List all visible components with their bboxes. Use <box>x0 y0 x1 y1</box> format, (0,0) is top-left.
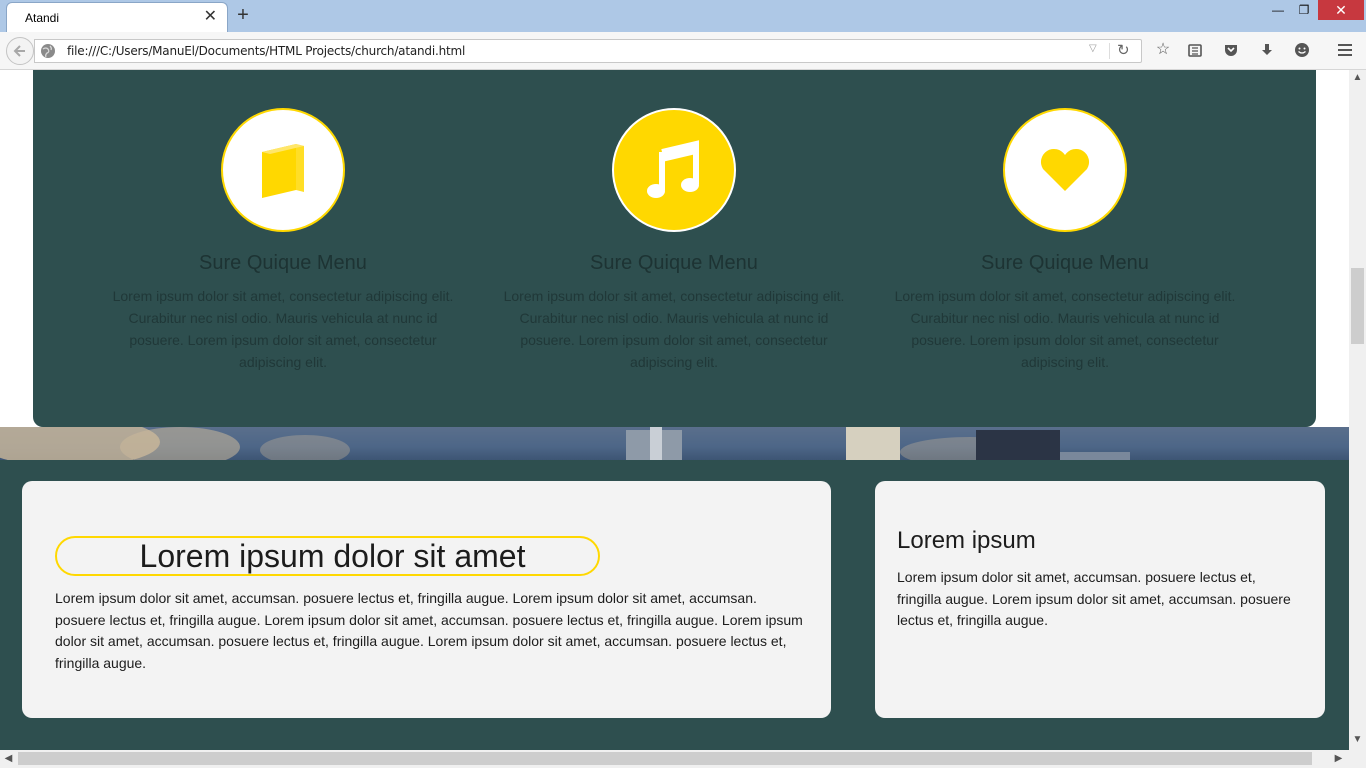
page-viewport: Sure Quique Menu Lorem ipsum dolor sit a… <box>0 70 1349 750</box>
scroll-left-arrow-icon[interactable]: ◀ <box>0 753 17 764</box>
url-separator <box>1109 43 1110 59</box>
url-text[interactable]: file:///C:/Users/ManuEl/Documents/HTML P… <box>67 44 465 58</box>
window-restore-button[interactable]: ❐ <box>1290 0 1318 20</box>
globe-icon <box>41 44 55 58</box>
feature-icon-circle <box>221 108 345 232</box>
scroll-down-arrow-icon[interactable]: ▼ <box>1349 734 1366 745</box>
download-icon[interactable] <box>1257 39 1277 61</box>
window-close-button[interactable]: ✕ <box>1318 0 1364 20</box>
main-card-heading: Lorem ipsum dolor sit amet <box>139 538 526 574</box>
reload-icon[interactable]: ↻ <box>1117 41 1130 59</box>
scroll-right-arrow-icon[interactable]: ▶ <box>1330 753 1347 764</box>
main-card: Lorem ipsum dolor sit amet Lorem ipsum d… <box>22 481 831 718</box>
title-bar: Atandi ✕ + — ❐ ✕ <box>0 0 1366 32</box>
scrollbar-corner <box>1349 750 1366 768</box>
music-icon <box>647 140 699 198</box>
hello-icon[interactable] <box>1292 39 1312 61</box>
heart-icon <box>1040 148 1090 191</box>
feature-title: Sure Quique Menu <box>981 252 1149 274</box>
back-arrow-icon <box>13 45 25 57</box>
book-icon <box>262 144 304 198</box>
feature-item: Sure Quique Menu Lorem ipsum dolor sit a… <box>494 108 854 373</box>
horizontal-scrollbar[interactable]: ◀ ▶ <box>0 750 1349 768</box>
tab-title: Atandi <box>25 11 60 25</box>
main-card-body: Lorem ipsum dolor sit amet, accumsan. po… <box>55 590 803 671</box>
bookmark-star-icon[interactable]: ☆ <box>1153 39 1173 61</box>
feature-title: Sure Quique Menu <box>199 252 367 274</box>
tab-close-icon[interactable]: ✕ <box>204 8 217 26</box>
features-panel: Sure Quique Menu Lorem ipsum dolor sit a… <box>33 70 1316 427</box>
feature-item: Sure Quique Menu Lorem ipsum dolor sit a… <box>103 108 463 373</box>
bookmarks-list-icon[interactable] <box>1185 39 1205 61</box>
vertical-scroll-thumb[interactable] <box>1351 268 1364 344</box>
window-minimize-button[interactable]: — <box>1264 0 1292 20</box>
vertical-scrollbar[interactable]: ▲ ▼ <box>1349 70 1366 750</box>
feature-icon-circle <box>612 108 736 232</box>
url-bar[interactable]: file:///C:/Users/ManuEl/Documents/HTML P… <box>34 39 1142 63</box>
feature-text: Lorem ipsum dolor sit amet, consectetur … <box>894 288 1236 370</box>
pocket-icon[interactable] <box>1221 39 1241 61</box>
side-card-heading: Lorem ipsum <box>897 527 1036 554</box>
scroll-up-arrow-icon[interactable]: ▲ <box>1349 72 1366 83</box>
browser-tab[interactable]: Atandi ✕ <box>6 2 228 32</box>
side-card-body: Lorem ipsum dolor sit amet, accumsan. po… <box>897 569 1291 629</box>
back-button[interactable] <box>6 37 34 65</box>
content-section: Lorem ipsum dolor sit amet Lorem ipsum d… <box>0 460 1349 750</box>
feature-icon-circle <box>1003 108 1127 232</box>
url-history-dropdown-icon[interactable]: ▽ <box>1089 43 1097 54</box>
new-tab-button[interactable]: + <box>233 4 253 26</box>
feature-text: Lorem ipsum dolor sit amet, consectetur … <box>112 288 454 370</box>
horizontal-scroll-thumb[interactable] <box>18 752 1312 765</box>
feature-item: Sure Quique Menu Lorem ipsum dolor sit a… <box>885 108 1245 373</box>
side-card: Lorem ipsum Lorem ipsum dolor sit amet, … <box>875 481 1325 718</box>
menu-icon[interactable] <box>1335 39 1355 61</box>
city-banner-image <box>0 427 1349 460</box>
feature-text: Lorem ipsum dolor sit amet, consectetur … <box>503 288 845 370</box>
feature-title: Sure Quique Menu <box>590 252 758 274</box>
